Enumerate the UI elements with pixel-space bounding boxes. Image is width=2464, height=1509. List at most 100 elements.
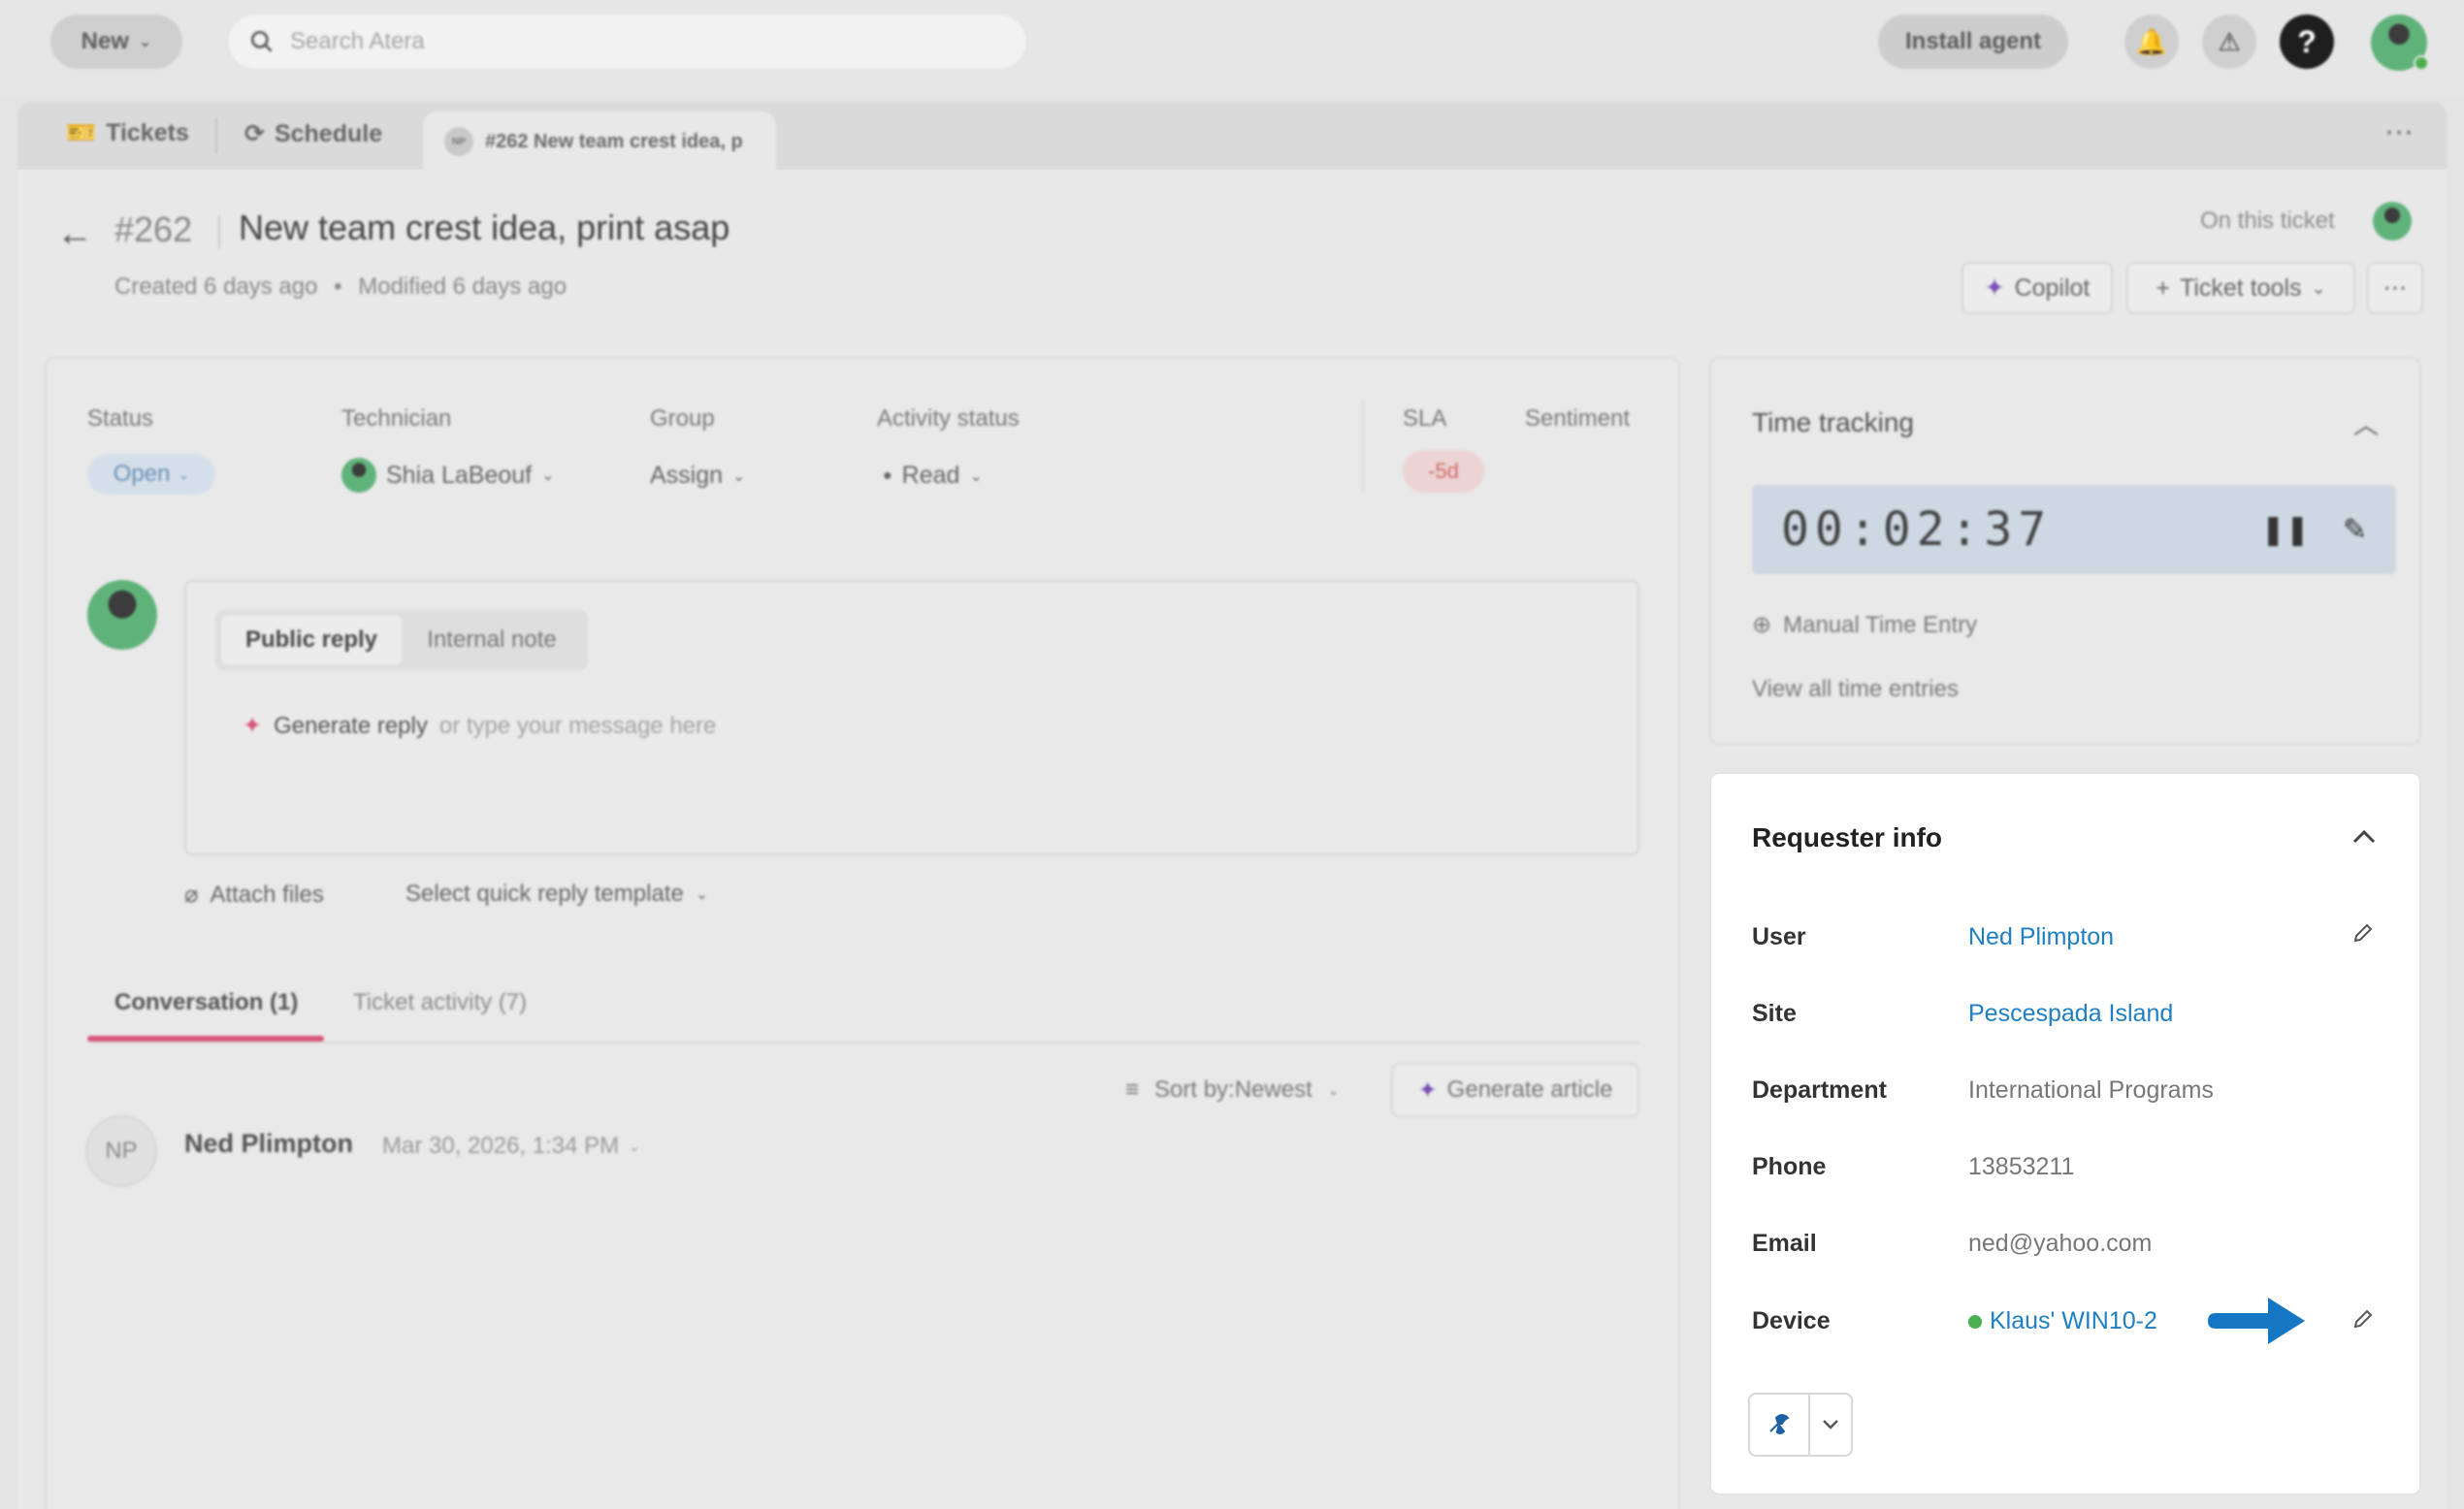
more-tabs-icon[interactable]: ⋯ bbox=[2384, 115, 2414, 149]
device-link[interactable]: Klaus' WIN10-2 bbox=[1968, 1307, 2157, 1335]
ticket-tools-label: Ticket tools bbox=[2180, 273, 2302, 302]
tab-avatar: NP bbox=[444, 127, 473, 156]
page-title[interactable]: New team crest idea, print asap bbox=[239, 208, 729, 248]
chevron-down-icon: ⌄ bbox=[695, 886, 709, 903]
fields-divider bbox=[1362, 401, 1364, 491]
ticket-icon: 🎫 bbox=[66, 119, 97, 146]
site-link[interactable]: Pescespada Island bbox=[1968, 1000, 2173, 1028]
modified-text: Modified 6 days ago bbox=[358, 273, 567, 300]
activity-status-value: Read bbox=[901, 462, 960, 489]
tabs-divider bbox=[87, 1042, 1639, 1043]
online-indicator bbox=[2414, 55, 2429, 71]
watcher-avatar[interactable] bbox=[2373, 202, 2412, 241]
install-agent-button[interactable]: Install agent bbox=[1878, 15, 2068, 69]
phone-label: Phone bbox=[1752, 1153, 1827, 1180]
chevron-down-icon: ⌄ bbox=[1327, 1081, 1340, 1098]
edit-device-pencil-icon[interactable] bbox=[2351, 1307, 2375, 1337]
sla-label: SLA bbox=[1403, 405, 1447, 432]
timer-display: 00:02:37 ❚❚ ✎ bbox=[1752, 485, 2396, 574]
more-options-button[interactable]: ⋯ bbox=[2367, 262, 2423, 314]
sparkle-icon: ✦ bbox=[243, 713, 263, 739]
ticket-meta: Created 6 days ago • Modified 6 days ago bbox=[114, 273, 567, 300]
ticket-main-panel bbox=[45, 357, 1680, 1509]
active-tab-indicator bbox=[87, 1036, 324, 1042]
tab-conversation[interactable]: Conversation (1) bbox=[114, 989, 298, 1016]
pencil-icon[interactable]: ✎ bbox=[2343, 513, 2367, 547]
group-dropdown[interactable]: Assign ⌄ bbox=[650, 462, 745, 490]
ticket-tools-button[interactable]: + Ticket tools ⌄ bbox=[2126, 262, 2355, 314]
view-all-time-entries-link[interactable]: View all time entries bbox=[1752, 676, 1959, 703]
sparkle-icon: ✦ bbox=[1417, 1076, 1438, 1104]
public-reply-tab[interactable]: Public reply bbox=[221, 615, 402, 665]
title-divider bbox=[218, 215, 220, 248]
tabs-bar: 🎫 Tickets ⟳ Schedule ⋯ bbox=[17, 102, 2447, 170]
status-label: Status bbox=[87, 405, 154, 432]
pause-icon[interactable]: ❚❚ bbox=[2261, 513, 2310, 547]
chevron-down-icon: ⌄ bbox=[2311, 277, 2326, 298]
tab-tickets[interactable]: 🎫 Tickets bbox=[66, 119, 189, 147]
chevron-down-icon: ⌄ bbox=[178, 466, 190, 482]
tab-schedule[interactable]: ⟳ Schedule bbox=[244, 119, 382, 148]
timer-digits: 00:02:37 bbox=[1781, 502, 2053, 557]
device-online-indicator bbox=[1968, 1315, 1982, 1330]
technician-dropdown[interactable]: Shia LaBeouf ⌄ bbox=[341, 458, 555, 493]
remote-connect-button[interactable] bbox=[1750, 1395, 1810, 1455]
search-icon bbox=[250, 30, 273, 52]
department-value: International Programs bbox=[1968, 1076, 2214, 1104]
filter-icon: ≡ bbox=[1125, 1076, 1140, 1103]
attach-files-label: Attach files bbox=[210, 881, 324, 908]
edit-user-pencil-icon[interactable] bbox=[2351, 921, 2375, 951]
tab-ticket-label: #262 New team crest idea, p bbox=[485, 130, 743, 152]
requester-info-title: Requester info bbox=[1752, 822, 1943, 852]
sort-dropdown[interactable]: ≡ Sort by:Newest ⌄ bbox=[1125, 1076, 1339, 1104]
site-label: Site bbox=[1752, 1000, 1797, 1027]
quick-reply-template-dropdown[interactable]: Select quick reply template ⌄ bbox=[405, 881, 708, 908]
copilot-button[interactable]: ✦ Copilot bbox=[1961, 262, 2113, 314]
tab-ticket-activity[interactable]: Ticket activity (7) bbox=[353, 989, 527, 1016]
internal-note-tab[interactable]: Internal note bbox=[402, 615, 582, 665]
tab-ticket-262[interactable]: NP #262 New team crest idea, p bbox=[423, 112, 776, 172]
chevron-down-icon: ⌄ bbox=[138, 34, 152, 50]
group-value: Assign bbox=[650, 462, 724, 489]
manual-time-entry-button[interactable]: ⊕ Manual Time Entry bbox=[1752, 611, 1977, 639]
manual-time-entry-label: Manual Time Entry bbox=[1783, 611, 1978, 638]
user-link[interactable]: Ned Plimpton bbox=[1968, 923, 2114, 951]
back-arrow-icon[interactable]: ← bbox=[56, 213, 93, 255]
activity-status-dropdown[interactable]: ● Read ⌄ bbox=[883, 462, 983, 490]
chevron-down-icon: ⌄ bbox=[629, 1138, 640, 1154]
search-input[interactable]: Search Atera bbox=[227, 14, 1027, 70]
dot-icon: ● bbox=[883, 466, 892, 484]
on-this-ticket-label: On this ticket bbox=[2200, 208, 2335, 234]
author-avatar: NP bbox=[85, 1115, 157, 1187]
generate-reply-button[interactable]: ✦ Generate reply or type your message he… bbox=[243, 712, 716, 740]
reply-placeholder: or type your message here bbox=[438, 712, 717, 739]
tab-tickets-label: Tickets bbox=[106, 119, 189, 146]
technician-label: Technician bbox=[341, 405, 452, 432]
ticket-number: #262 bbox=[114, 209, 193, 249]
status-dropdown[interactable]: Open ⌄ bbox=[87, 454, 215, 495]
chevron-down-icon: ⌄ bbox=[541, 467, 555, 484]
generate-article-button[interactable]: ✦ Generate article bbox=[1391, 1063, 1639, 1117]
user-avatar[interactable] bbox=[2371, 15, 2429, 71]
phone-value: 13853211 bbox=[1968, 1153, 2075, 1180]
new-button[interactable]: New ⌄ bbox=[50, 15, 182, 69]
requester-info-panel bbox=[1709, 772, 2421, 1495]
sparkle-icon: ✦ bbox=[1984, 274, 2005, 302]
top-bar: New ⌄ Search Atera Install agent 🔔 ⚠ ? bbox=[0, 0, 2464, 97]
message-date[interactable]: Mar 30, 2026, 1:34 PM ⌄ bbox=[382, 1133, 640, 1160]
bell-icon[interactable]: 🔔 bbox=[2124, 15, 2179, 69]
chevron-up-icon[interactable]: ︿ bbox=[2353, 405, 2379, 441]
alert-icon[interactable]: ⚠ bbox=[2202, 15, 2256, 69]
pointer-arrow-icon bbox=[2204, 1292, 2309, 1355]
tab-schedule-label: Schedule bbox=[274, 119, 383, 147]
chevron-down-icon: ⌄ bbox=[732, 467, 746, 485]
time-tracking-title: Time tracking bbox=[1752, 407, 1915, 437]
chevron-up-icon[interactable] bbox=[2351, 820, 2377, 851]
remote-connect-dropdown[interactable] bbox=[1810, 1395, 1851, 1455]
plus-icon: + bbox=[2156, 273, 2170, 302]
technician-avatar bbox=[341, 458, 376, 493]
attach-files-button[interactable]: ⌀ Attach files bbox=[184, 881, 324, 909]
help-icon[interactable]: ? bbox=[2280, 15, 2334, 69]
search-placeholder: Search Atera bbox=[290, 28, 425, 54]
chevron-down-icon: ⌄ bbox=[969, 467, 983, 485]
